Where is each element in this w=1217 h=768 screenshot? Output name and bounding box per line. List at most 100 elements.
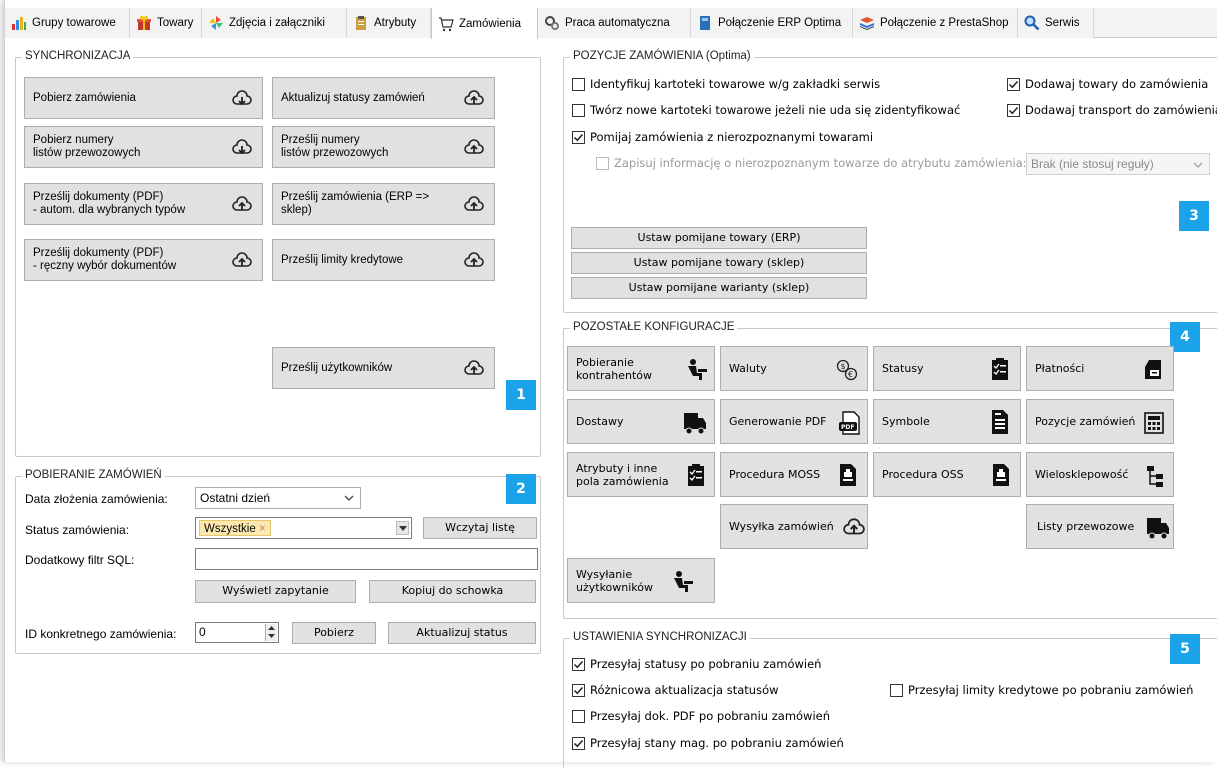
cloud-upload-icon: [464, 252, 484, 267]
update-statuses-button[interactable]: Aktualizuj statusy zamówień: [272, 77, 495, 119]
pinwheel-icon: [209, 16, 223, 30]
sql-filter-input[interactable]: [195, 548, 538, 570]
oss-procedure-button[interactable]: Procedura OSS: [873, 452, 1021, 497]
tab-towary[interactable]: Towary: [130, 8, 202, 38]
tab-label: Zdjęcia i załączniki: [229, 17, 325, 29]
multistore-button[interactable]: Wielosklepowość: [1026, 452, 1174, 497]
order-date-select[interactable]: Ostatni dzień: [195, 487, 361, 509]
fetch-waybill-numbers-button[interactable]: Pobierz numery listów przewozowych: [24, 126, 263, 168]
copy-clipboard-button[interactable]: Kopiuj do schowka: [369, 580, 536, 603]
tab-label: Praca automatyczna: [565, 17, 670, 29]
deliveries-button[interactable]: Dostawy: [567, 399, 715, 444]
update-status-button[interactable]: Aktualizuj status: [388, 622, 536, 644]
cart-icon: [439, 16, 454, 31]
set-skipped-variants-button[interactable]: Ustaw pomijane warianty (sklep): [571, 277, 867, 299]
order-positions-button[interactable]: Pozycje zamówień: [1026, 399, 1174, 444]
diff-status-update-checkbox[interactable]: Różnicowa aktualizacja statusów: [572, 683, 779, 697]
create-new-products-checkbox[interactable]: Twórz nowe kartoteki towarowe jeżeli nie…: [572, 103, 960, 117]
button-label: Wysyłka zamówień: [729, 520, 834, 533]
checkbox-label: Dodawaj towary do zamówienia: [1025, 77, 1209, 91]
checkbox-box[interactable]: [572, 709, 585, 723]
send-stock-checkbox[interactable]: Przesyłaj stany mag. po pobraniu zamówie…: [572, 736, 844, 750]
order-status-select[interactable]: Wszystkie ×: [195, 517, 412, 539]
skip-unrecognized-checkbox[interactable]: Pomijaj zamówienia z nierozpoznanymi tow…: [572, 130, 873, 144]
dropdown-button[interactable]: [396, 521, 409, 535]
send-credit-limits-button[interactable]: Prześlij limity kredytowe: [272, 239, 495, 281]
checkbox-label: Różnicowa aktualizacja statusów: [590, 683, 779, 697]
set-skipped-shop-button[interactable]: Ustaw pomijane towary (sklep): [571, 252, 867, 274]
send-users-button[interactable]: Prześlij użytkowników: [272, 347, 495, 389]
order-attributes-button[interactable]: Atrybuty i inne pola zamówienia: [567, 452, 715, 497]
status-tag[interactable]: Wszystkie ×: [199, 520, 271, 536]
button-label: Pozycje zamówień: [1035, 415, 1136, 428]
rule-select[interactable]: Brak (nie stosuj reguły): [1026, 153, 1210, 175]
send-pdf-checkbox[interactable]: Przesyłaj dok. PDF po pobraniu zamówień: [572, 709, 830, 723]
symbols-button[interactable]: Symbole: [873, 399, 1021, 444]
identify-by-service-checkbox[interactable]: Identyfikuj kartoteki towarowe w/g zakła…: [572, 77, 880, 91]
spin-down-icon[interactable]: [268, 634, 275, 638]
checkbox-box[interactable]: [572, 77, 585, 91]
order-id-input[interactable]: 0: [195, 622, 279, 643]
show-query-button[interactable]: Wyświetl zapytanie: [195, 580, 356, 603]
add-transport-checkbox[interactable]: Dodawaj transport do zamówienia: [1007, 103, 1217, 117]
tab-polaczenie-erp[interactable]: Połączenie ERP Optima: [691, 8, 853, 38]
label-line2: - autom. dla wybranych typów: [33, 204, 186, 216]
fetch-by-id-button[interactable]: Pobierz: [292, 622, 376, 644]
checkbox-box[interactable]: [1007, 77, 1020, 91]
tab-zdjecia[interactable]: Zdjęcia i załączniki: [202, 8, 347, 38]
moss-procedure-button[interactable]: Procedura MOSS: [720, 452, 868, 497]
tab-grupy-towarowe[interactable]: Grupy towarowe: [5, 8, 130, 38]
currencies-button[interactable]: Waluty $ €: [720, 346, 868, 391]
statuses-button[interactable]: Statusy: [873, 346, 1021, 391]
send-pdf-manual-button[interactable]: Prześlij dokumenty (PDF) - ręczny wybór d…: [24, 239, 263, 281]
button-label: Procedura OSS: [882, 468, 964, 481]
checkbox-box[interactable]: [572, 736, 585, 750]
button-label: Dostawy: [576, 415, 624, 428]
checkbox-box[interactable]: [890, 683, 903, 697]
tab-atrybuty[interactable]: Atrybuty: [347, 8, 431, 38]
button-label: Aktualizuj statusy zamówień: [281, 91, 425, 104]
label-line1: Pobieranie: [576, 355, 634, 369]
send-orders-erp-button[interactable]: Prześlij zamówienia (ERP => sklep): [272, 183, 495, 225]
checkbox-box[interactable]: [572, 103, 585, 117]
payments-button[interactable]: Płatności: [1026, 346, 1174, 391]
label-line2: użytkowników: [576, 580, 654, 594]
button-label: Prześlij dokumenty (PDF) - ręczny wybór d…: [33, 247, 176, 273]
send-pdf-auto-button[interactable]: Prześlij dokumenty (PDF) - autom. dla wyb…: [24, 183, 263, 225]
fetch-orders-button[interactable]: Pobierz zamówienia: [24, 77, 263, 119]
tab-serwis[interactable]: Serwis: [1018, 8, 1094, 38]
generate-pdf-button[interactable]: Generowanie PDF PDF: [720, 399, 868, 444]
tab-zamowienia[interactable]: Zamówienia: [431, 8, 538, 39]
tab-praca-automatyczna[interactable]: Praca automatyczna: [538, 8, 691, 38]
checkbox-box[interactable]: [1007, 103, 1020, 117]
load-list-button[interactable]: Wczytaj listę: [423, 517, 537, 539]
waybills-button[interactable]: Listy przewozowe: [1026, 504, 1174, 549]
checkbox-box[interactable]: [572, 657, 585, 671]
spin-buttons[interactable]: [265, 624, 277, 641]
cloud-download-icon: [232, 90, 252, 106]
section-badge: 3: [1179, 201, 1209, 231]
group-title: POZOSTAŁE KONFIGURACJE: [570, 321, 738, 333]
fetch-customers-button[interactable]: Pobieranie kontrahentów: [567, 346, 715, 391]
send-orders-button[interactable]: Wysyłka zamówień: [720, 504, 868, 549]
save-unrecognized-info-checkbox[interactable]: Zapisuj informację o nierozpoznanym towa…: [596, 156, 1027, 170]
checkbox-box[interactable]: [596, 156, 609, 170]
tab-polaczenie-prestashop[interactable]: Połączenie z PrestaShop: [853, 8, 1018, 38]
spin-up-icon[interactable]: [268, 626, 275, 630]
triangle-down-icon: [399, 526, 407, 531]
add-products-checkbox[interactable]: Dodawaj towary do zamówienia: [1007, 77, 1208, 91]
checkmark-icon: [1008, 80, 1019, 88]
checkbox-label: Twórz nowe kartoteki towarowe jeżeli nie…: [590, 103, 961, 117]
set-skipped-erp-button[interactable]: Ustaw pomijane towary (ERP): [571, 227, 867, 249]
send-statuses-checkbox[interactable]: Przesyłaj statusy po pobraniu zamówień: [572, 657, 821, 671]
tag-remove-icon[interactable]: ×: [259, 523, 266, 535]
send-waybill-numbers-button[interactable]: Prześlij numery listów przewozowych: [272, 126, 495, 168]
tab-label: Zamówienia: [459, 17, 521, 30]
checkbox-box[interactable]: [572, 130, 585, 144]
send-credit-limits-checkbox[interactable]: Przesyłaj limity kredytowe po pobraniu z…: [890, 683, 1193, 697]
checkbox-box[interactable]: [572, 683, 585, 697]
checkbox-label: Dodawaj transport do zamówienia: [1025, 103, 1217, 117]
svg-text:$: $: [841, 362, 846, 371]
send-users-config-button[interactable]: Wysyłanie użytkowników: [567, 558, 715, 603]
tab-label: Grupy towarowe: [32, 17, 116, 29]
